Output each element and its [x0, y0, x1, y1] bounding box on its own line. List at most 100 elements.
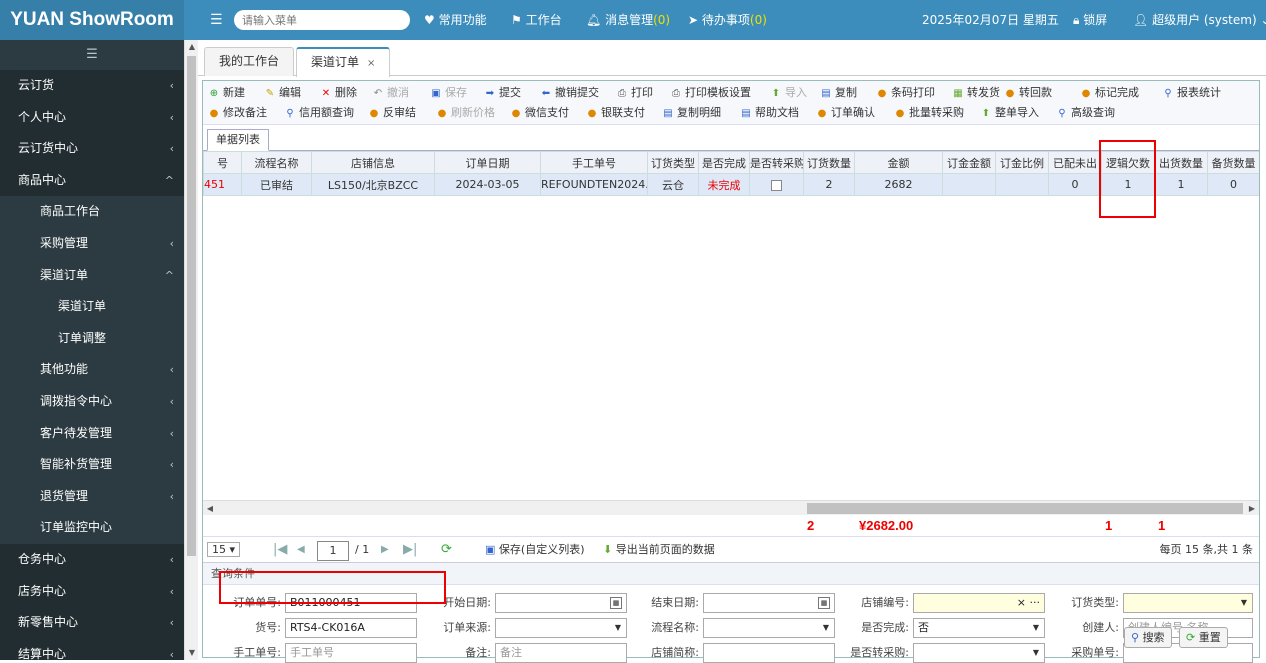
is-done-select[interactable]: 否 ▼	[913, 618, 1045, 638]
column-header[interactable]: 金额	[854, 151, 943, 174]
user-menu[interactable]: 👤︎ 超级用户 (system) ⌄	[1133, 0, 1266, 40]
toolbar-button[interactable]: ➡ 提交	[483, 83, 521, 103]
order-no-field[interactable]: B011000451	[285, 593, 417, 613]
export-page-button[interactable]: ⬇ 导出当前页面的数据	[603, 541, 715, 559]
sidebar-item[interactable]: 商品中心 ^	[0, 165, 184, 197]
scroll-left-icon[interactable]: ◀	[203, 501, 217, 516]
column-header[interactable]: 订货类型	[647, 151, 699, 174]
toolbar-button[interactable]: ▤ 复制	[819, 83, 857, 103]
column-header[interactable]: 出货数量	[1154, 151, 1208, 174]
order-source-select[interactable]: ▼	[495, 618, 627, 638]
toolbar-button[interactable]: ▦ 转发货	[951, 83, 1000, 103]
toolbar-button[interactable]: ⬆ 整单导入	[979, 103, 1039, 123]
sidebar-item[interactable]: 智能补货管理 ‹	[0, 449, 184, 481]
remark-field[interactable]: 备注	[495, 643, 627, 663]
sidebar-item[interactable]: 客户待发管理 ‹	[0, 417, 184, 450]
checkbox[interactable]	[771, 179, 782, 191]
sidebar-item[interactable]: 云订货中心 ‹	[0, 133, 184, 165]
scroll-up-icon[interactable]: ▲	[185, 40, 199, 54]
sidebar-item[interactable]: 个人中心 ‹	[0, 102, 184, 134]
sidebar-item[interactable]: 其他功能 ‹	[0, 354, 184, 386]
tab-close-icon[interactable]: ×	[367, 58, 375, 69]
menu-search-input[interactable]	[234, 10, 410, 30]
toolbar-button[interactable]: ● 刷新价格	[435, 103, 495, 123]
grid-horizontal-scrollbar[interactable]: ◀ ▶	[203, 500, 1259, 515]
scrollbar-thumb[interactable]	[187, 56, 196, 556]
scroll-right-icon[interactable]: ▶	[1245, 501, 1259, 516]
end-date-field[interactable]: ▦	[703, 593, 835, 613]
column-header[interactable]: 订货数量	[803, 151, 855, 174]
first-page-icon[interactable]: |◀	[273, 541, 287, 559]
scroll-down-icon[interactable]: ▼	[185, 646, 199, 660]
sidebar-item[interactable]: 店务中心 ‹	[0, 576, 184, 608]
column-header[interactable]: 店铺信息	[311, 151, 435, 174]
toolbar-button[interactable]: ↶ 撤消	[371, 83, 409, 103]
calendar-icon[interactable]: ▦	[818, 597, 830, 609]
save-custom-list-button[interactable]: ▣ 保存(自定义列表)	[485, 541, 585, 559]
toolbar-button[interactable]: ⚲ 高级查询	[1055, 103, 1115, 123]
sidebar-item[interactable]: 渠道订单 ^	[0, 259, 184, 292]
toolbar-button[interactable]: ● 反审结	[367, 103, 416, 123]
column-header[interactable]: 订金金额	[942, 151, 996, 174]
sidebar-item[interactable]: 采购管理 ‹	[0, 227, 184, 260]
flow-name-select[interactable]: ▼	[703, 618, 835, 638]
sidebar-item[interactable]: 订单调整	[0, 322, 184, 355]
column-header[interactable]: 是否完成	[698, 151, 750, 174]
sku-field[interactable]: RTS4-CK016A	[285, 618, 417, 638]
order-type-select[interactable]: ▼	[1123, 593, 1253, 613]
toolbar-button[interactable]: ● 条码打印	[875, 83, 935, 103]
column-header[interactable]: 订金比例	[995, 151, 1049, 174]
menu-toggle-icon[interactable]: ☰	[210, 0, 223, 40]
toolbar-button[interactable]: ● 微信支付	[509, 103, 569, 123]
sidebar-item[interactable]: 结算中心 ‹	[0, 639, 184, 660]
sidebar-item[interactable]: 渠道订单	[0, 291, 184, 323]
toolbar-button[interactable]: ✕ 删除	[319, 83, 357, 103]
sidebar-toggle-icon[interactable]: ☰	[0, 40, 184, 70]
tab-document-list[interactable]: 单据列表	[207, 129, 269, 151]
toolbar-button[interactable]: ● 转回款	[1003, 83, 1052, 103]
tab-channel-orders[interactable]: 渠道订单 ×	[296, 47, 391, 77]
sidebar-scrollbar[interactable]: ▲ ▼	[184, 40, 198, 660]
toolbar-button[interactable]: ▤ 复制明细	[661, 103, 721, 123]
column-header[interactable]: 逻辑欠数	[1101, 151, 1155, 174]
toolbar-button[interactable]: ● 标记完成	[1079, 83, 1139, 103]
workbench-link[interactable]: ⚑ 工作台	[511, 0, 562, 40]
common-functions-link[interactable]: ♥ 常用功能	[424, 0, 487, 40]
page-number-input[interactable]: 1	[317, 541, 349, 561]
next-page-icon[interactable]: ▶	[381, 541, 389, 559]
toolbar-button[interactable]: ● 修改备注	[207, 103, 267, 123]
toolbar-button[interactable]: ● 订单确认	[815, 103, 875, 123]
toolbar-button[interactable]: ● 银联支付	[585, 103, 645, 123]
scrollbar-thumb[interactable]	[807, 503, 1243, 514]
sidebar-item[interactable]: 仓务中心 ‹	[0, 544, 184, 576]
tab-my-workbench[interactable]: 我的工作台	[204, 47, 295, 76]
calendar-icon[interactable]: ▦	[610, 597, 622, 609]
sidebar-item[interactable]: 订单监控中心	[0, 512, 184, 544]
prev-page-icon[interactable]: ◀	[297, 541, 305, 559]
column-header[interactable]: 备货数量	[1207, 151, 1259, 174]
search-button[interactable]: ⚲ 搜索	[1124, 627, 1172, 648]
column-header[interactable]: 流程名称	[241, 151, 312, 174]
toolbar-button[interactable]: ⊕ 新建	[207, 83, 245, 103]
toolbar-button[interactable]: ⚲ 信用额查询	[283, 103, 354, 123]
toolbar-button[interactable]: ✎ 编辑	[263, 83, 301, 103]
page-size-select[interactable]: 15 ▾	[207, 541, 241, 559]
column-header[interactable]: 是否转采购	[749, 151, 804, 174]
store-short-name-field[interactable]	[703, 643, 835, 663]
lock-screen-button[interactable]: 🔒︎ 锁屏	[1073, 0, 1107, 40]
table-row[interactable]: 451 已审结 LS150/北京BZCC 2024-03-05 REFOUNDTEN20…	[203, 173, 1259, 196]
last-page-icon[interactable]: ▶|	[403, 541, 417, 559]
toolbar-button[interactable]: ▣ 保存	[429, 83, 467, 103]
column-header[interactable]: 号	[203, 151, 242, 174]
reset-button[interactable]: ⟳ 重置	[1179, 627, 1228, 648]
store-no-actions[interactable]: × ···	[1017, 594, 1040, 612]
refresh-icon[interactable]: ⟳	[441, 541, 452, 559]
to-purchase-select[interactable]: ▼	[913, 643, 1045, 663]
toolbar-button[interactable]: ⬅ 撤销提交	[539, 83, 599, 103]
toolbar-button[interactable]: ⎙ 打印模板设置	[669, 83, 751, 103]
column-header[interactable]: 已配未出	[1048, 151, 1102, 174]
toolbar-button[interactable]: ⚲ 报表统计	[1161, 83, 1221, 103]
messages-link[interactable]: 🔔︎ 消息管理(0)	[586, 0, 670, 40]
start-date-field[interactable]: ▦	[495, 593, 627, 613]
toolbar-button[interactable]: ⎙ 打印	[615, 83, 653, 103]
